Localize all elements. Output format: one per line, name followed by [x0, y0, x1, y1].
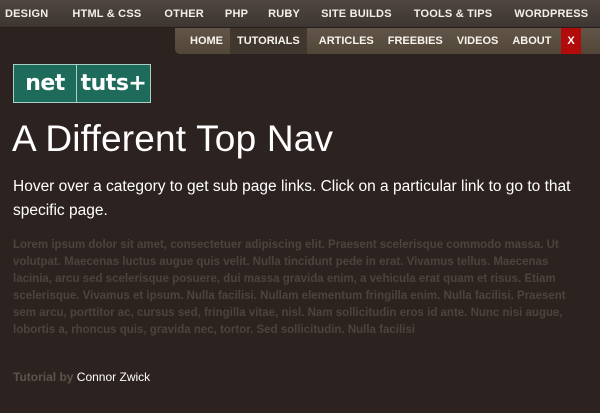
byline-prefix: Tutorial by	[13, 370, 74, 384]
lorem-paragraph: Lorem ipsum dolor sit amet, consectetuer…	[13, 239, 566, 336]
logo-tuts-text: tuts+	[80, 71, 147, 96]
category-site-builds[interactable]: SITE BUILDS	[321, 8, 392, 20]
subnav-videos[interactable]: VIDEOS	[450, 28, 506, 54]
subnav-about[interactable]: ABOUT	[505, 28, 558, 54]
subnav-articles[interactable]: ARTICLES	[312, 28, 381, 54]
category-nav: DESIGN HTML & CSS OTHER PHP RUBY SITE BU…	[0, 0, 600, 28]
subnav-freebies[interactable]: FREEBIES	[381, 28, 450, 54]
byline: Tutorial by Connor Zwick	[13, 370, 150, 384]
nettuts-logo[interactable]: net tuts+	[13, 64, 151, 103]
logo-net-text: net	[25, 71, 65, 96]
page-subtitle: Hover over a category to get sub page li…	[13, 178, 571, 219]
category-html-css[interactable]: HTML & CSS	[72, 8, 141, 20]
category-tools-tips[interactable]: TOOLS & TIPS	[414, 8, 493, 20]
category-php[interactable]: PHP	[225, 8, 248, 20]
author-link[interactable]: Connor Zwick	[77, 370, 150, 384]
subnav-home[interactable]: HOME	[183, 28, 230, 54]
category-other[interactable]: OTHER	[164, 8, 204, 20]
sub-nav: HOME TUTORIALS ARTICLES FREEBIES VIDEOS …	[175, 28, 600, 54]
category-design[interactable]: DESIGN	[5, 8, 48, 20]
category-wordpress[interactable]: WORDPRESS	[514, 8, 588, 20]
close-button[interactable]: X	[561, 28, 581, 54]
category-ruby[interactable]: RUBY	[268, 8, 300, 20]
page-title: A Different Top Nav	[12, 118, 334, 159]
subnav-tutorials[interactable]: TUTORIALS	[230, 28, 307, 54]
